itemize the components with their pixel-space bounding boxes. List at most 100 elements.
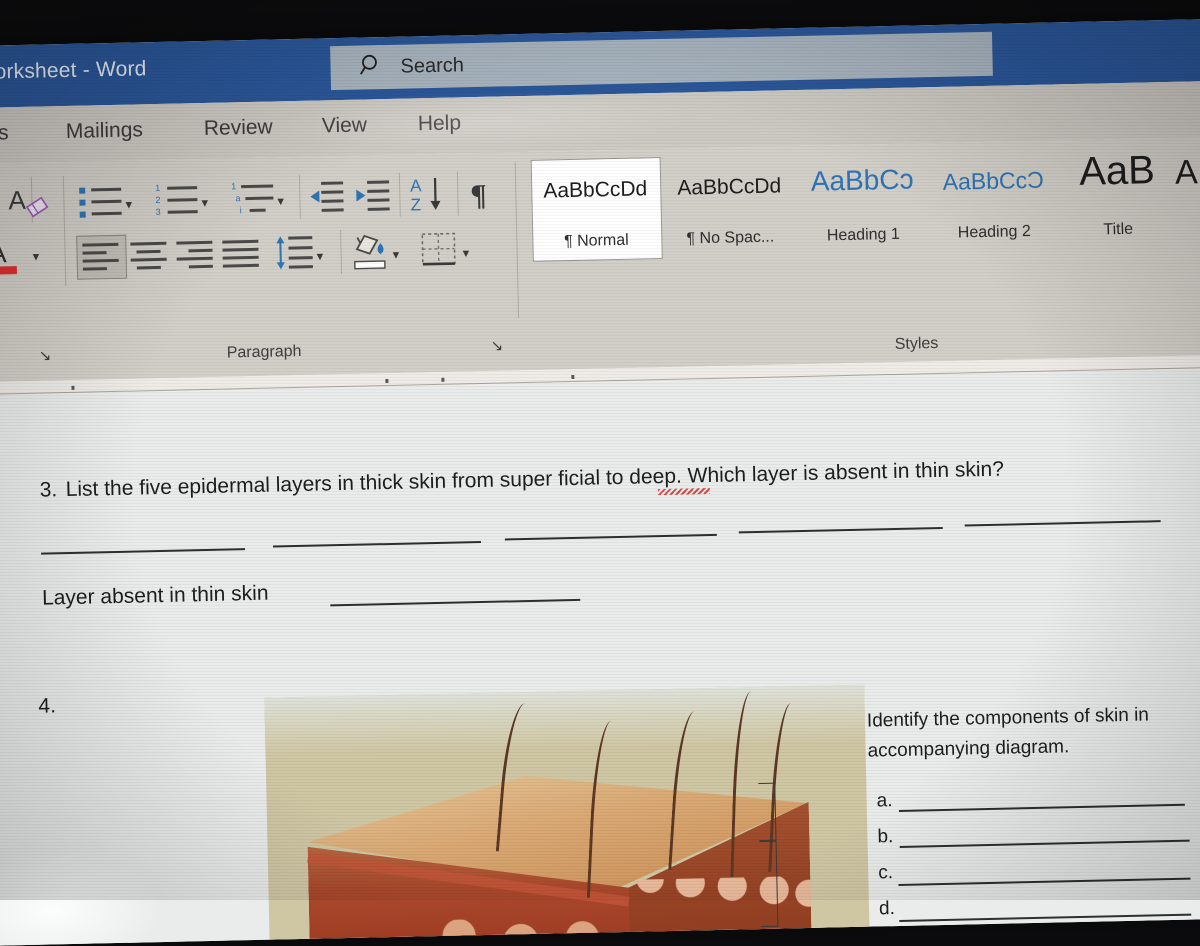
borders-button[interactable] [420, 231, 459, 273]
ribbon-separator [457, 171, 459, 215]
ribbon: A A ▾ ↘ ▾ [0, 136, 1200, 383]
style-item-heading-2[interactable]: AaBbCcƆ Heading 2 [927, 148, 1061, 251]
style-name: ¶ No Spac... [662, 228, 798, 249]
style-sample: A [1175, 152, 1200, 192]
align-center-button[interactable] [130, 242, 169, 271]
tab-view[interactable]: View [322, 113, 368, 138]
answer-blank-line[interactable] [505, 534, 717, 541]
style-item-heading-1[interactable]: AaBbCɔ Heading 1 [797, 151, 929, 254]
font-color-chevron-down-icon[interactable]: ▾ [32, 249, 39, 265]
sort-button[interactable]: A Z [409, 174, 454, 220]
font-color-button[interactable]: A [0, 233, 27, 285]
shading-chevron-down-icon[interactable]: ▾ [392, 247, 399, 263]
answer-marker-c: c. [878, 862, 893, 884]
search-box[interactable]: Search [330, 32, 993, 90]
style-name: Heading 2 [928, 222, 1060, 243]
numbering-digit: 3 [156, 208, 161, 217]
window-title: orksheet - Word [0, 57, 147, 84]
style-sample: AaBbCɔ [797, 163, 928, 198]
tab-mailings[interactable]: Mailings [66, 118, 144, 144]
ribbon-separator [399, 173, 401, 217]
tab-review[interactable]: Review [204, 115, 273, 140]
numbering-chevron-down-icon[interactable]: ▾ [201, 195, 208, 211]
question-4-prompt-line-2: accompanying diagram. [867, 736, 1069, 762]
shading-button[interactable] [350, 231, 393, 277]
paragraph-dialog-launcher[interactable]: ↘ [490, 336, 503, 354]
answer-marker-d: d. [879, 898, 895, 920]
ribbon-separator [340, 230, 342, 274]
svg-text:A: A [0, 238, 7, 268]
numbering-button[interactable]: 1 2 3 [155, 183, 202, 218]
tab-help[interactable]: Help [418, 111, 462, 136]
word-application-window: orksheet - Word Search ces Mailings Revi… [0, 18, 1200, 945]
svg-text:¶: ¶ [470, 179, 487, 212]
multilevel-digit: a [235, 194, 240, 203]
numbering-digit: 1 [155, 184, 160, 193]
align-right-button[interactable] [176, 241, 215, 270]
layer-absent-blank-line[interactable] [330, 599, 580, 606]
layer-absent-label: Layer absent in thin skin [42, 582, 269, 611]
style-item-subtitle[interactable]: A [1174, 144, 1200, 245]
answer-blank-line[interactable] [41, 548, 245, 554]
ruler-tab-stop[interactable] [385, 379, 388, 383]
style-item-title[interactable]: AaB Title [1058, 146, 1176, 249]
answer-blank-b[interactable] [900, 840, 1190, 848]
align-left-button[interactable] [82, 243, 121, 272]
tab-references[interactable]: ces [0, 121, 9, 146]
answer-blank-c[interactable] [899, 878, 1191, 886]
ruler-tab-stop[interactable] [571, 375, 574, 379]
question-3-text: List the five epidermal layers in thick … [65, 458, 1004, 502]
ribbon-separator [515, 162, 519, 318]
paragraph-group-label: Paragraph [227, 343, 302, 363]
multilevel-list-chevron-down-icon[interactable]: ▾ [277, 193, 284, 209]
ruler-tab-stop[interactable] [71, 386, 74, 390]
question-4-prompt-line-1: Identify the components of skin in [867, 704, 1149, 732]
numbering-digit: 2 [155, 196, 160, 205]
style-sample: AaB [1059, 148, 1176, 196]
answer-blank-line[interactable] [273, 541, 481, 548]
answer-blank-line[interactable] [965, 520, 1161, 526]
spelling-error-squiggle [658, 488, 710, 495]
epidermis-bracket [758, 783, 776, 841]
style-name: Title [1060, 220, 1176, 241]
style-sample: AaBbCcDd [531, 177, 659, 204]
style-item-normal[interactable]: AaBbCcDd ¶ Normal [531, 157, 661, 260]
decrease-indent-button[interactable] [307, 180, 346, 220]
multilevel-list-button[interactable]: 1 a i [231, 181, 278, 216]
dermis-bracket [760, 841, 779, 927]
bullets-button[interactable] [79, 185, 126, 220]
ribbon-separator [63, 176, 66, 286]
search-placeholder: Search [400, 54, 464, 78]
sort-letter-top: A [410, 176, 422, 195]
multilevel-digit: i [240, 206, 242, 215]
hypodermis-front-lobes [419, 916, 640, 946]
font-dialog-launcher[interactable]: ↘ [39, 346, 52, 364]
svg-text:A: A [8, 185, 27, 215]
document-page[interactable]: 3. List the five epidermal layers in thi… [0, 368, 1200, 946]
show-formatting-marks-button[interactable]: ¶ [467, 175, 498, 219]
answer-blank-a[interactable] [899, 804, 1185, 812]
line-spacing-chevron-down-icon[interactable]: ▾ [317, 248, 324, 264]
bullets-chevron-down-icon[interactable]: ▾ [125, 197, 132, 213]
ruler-tab-stop[interactable] [441, 378, 444, 382]
skin-anatomy-diagram[interactable] [264, 685, 870, 946]
answer-blank-d[interactable] [899, 914, 1191, 922]
text-effects-button[interactable]: A [3, 180, 54, 230]
search-icon [358, 52, 385, 84]
style-sample: AaBbCcƆ [927, 166, 1060, 196]
style-item-no-spacing[interactable]: AaBbCcDd ¶ No Spac... [661, 154, 799, 257]
justify-button[interactable] [222, 240, 261, 269]
question-4-number: 4. [38, 694, 56, 718]
diagram-background-fade [264, 685, 865, 756]
multilevel-digit: 1 [231, 182, 236, 191]
sort-letter-bottom: Z [410, 195, 421, 214]
borders-chevron-down-icon[interactable]: ▾ [462, 245, 469, 261]
answer-marker-a: a. [876, 790, 892, 812]
styles-group-label: Styles [895, 335, 939, 354]
answer-marker-b: b. [877, 826, 893, 848]
answer-blank-line[interactable] [739, 527, 943, 533]
increase-indent-button[interactable] [353, 179, 392, 219]
line-spacing-button[interactable] [274, 235, 315, 277]
style-name: ¶ Normal [532, 231, 660, 252]
question-3-number: 3. [39, 478, 57, 502]
